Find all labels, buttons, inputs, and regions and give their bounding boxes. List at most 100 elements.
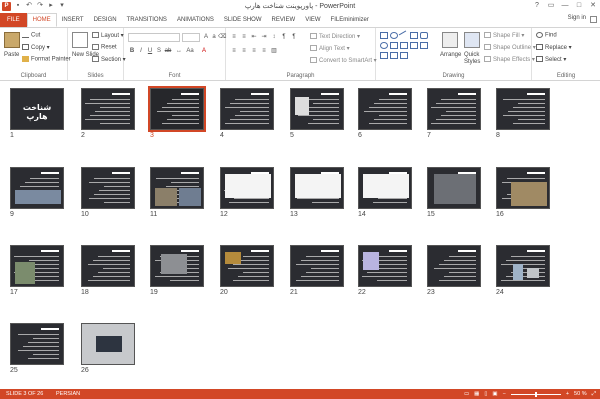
shape-effects-button[interactable]: Shape Effects ▾ [484, 56, 535, 63]
reset-button[interactable]: Reset [92, 44, 117, 51]
tab-animations[interactable]: ANIMATIONS [172, 13, 219, 27]
shape-outline-button[interactable]: Shape Outline ▾ [484, 44, 536, 51]
select-button[interactable]: Select ▾ [536, 56, 566, 63]
tab-view[interactable]: VIEW [300, 13, 325, 27]
slide-thumbnail[interactable]: 12 [220, 167, 274, 218]
slide-preview[interactable] [220, 245, 274, 287]
change-case-icon[interactable]: Aa [186, 47, 194, 55]
text-direction-button[interactable]: Text Direction ▾ [310, 33, 360, 40]
slide-preview[interactable] [220, 88, 274, 130]
line-spacing-icon[interactable]: ↕ [270, 33, 278, 41]
slide-thumbnail[interactable]: 15 [427, 167, 481, 218]
align-text-button[interactable]: Align Text ▾ [310, 45, 350, 52]
arrange-button[interactable]: Arrange [440, 52, 461, 58]
language-indicator[interactable]: PERSIAN [56, 389, 80, 399]
slide-thumbnail[interactable]: 26 [81, 323, 135, 374]
text-box-shape-icon[interactable] [410, 32, 418, 39]
shape-fill-button[interactable]: Shape Fill ▾ [484, 32, 524, 39]
slide-preview[interactable] [10, 167, 64, 209]
ribbon-display-options-icon[interactable]: ▭ [544, 0, 558, 12]
new-slide-button[interactable]: New Slide [72, 52, 99, 59]
slide-preview[interactable] [358, 245, 412, 287]
paste-icon[interactable] [4, 32, 20, 48]
slide-sorter-view-icon[interactable]: ▦ [474, 389, 479, 399]
slide-thumbnail[interactable]: 7 [427, 88, 481, 139]
slide-preview[interactable] [427, 88, 481, 130]
slide-thumbnail[interactable]: 17 [10, 245, 64, 296]
rectangle-shape-icon[interactable] [380, 32, 388, 39]
tab-slide-show[interactable]: SLIDE SHOW [219, 13, 267, 27]
cut-button[interactable]: Cut [22, 32, 40, 39]
reading-view-icon[interactable]: ▯ [484, 389, 487, 399]
slide-thumbnail[interactable]: 9 [10, 167, 64, 218]
ltr-icon[interactable]: ¶ [290, 33, 298, 41]
font-name-field[interactable] [128, 33, 180, 42]
tab-insert[interactable]: INSERT [57, 13, 89, 27]
slide-preview[interactable] [290, 167, 344, 209]
sign-in-link[interactable]: Sign in [568, 15, 586, 21]
slide-thumbnail[interactable]: 25 [10, 323, 64, 374]
slide-thumbnail[interactable]: شناخت هارپ 1 [10, 88, 64, 139]
character-spacing-icon[interactable]: ↔ [175, 47, 183, 55]
slide-thumbnail[interactable]: 6 [358, 88, 412, 139]
bullets-icon[interactable]: ≡ [230, 33, 238, 41]
slide-preview[interactable] [81, 88, 135, 130]
slide-thumbnail[interactable]: 24 [496, 245, 550, 296]
slide-thumbnail[interactable]: 14 [358, 167, 412, 218]
pentagon-shape-icon[interactable] [390, 52, 398, 59]
normal-view-icon[interactable]: ▭ [464, 389, 469, 399]
numbering-icon[interactable]: ≡ [240, 33, 248, 41]
decrease-indent-icon[interactable]: ⇤ [250, 33, 258, 41]
fit-to-window-icon[interactable]: ⤢ [592, 389, 596, 399]
rounded-rect-shape-icon[interactable] [420, 32, 428, 39]
help-icon[interactable]: ? [530, 0, 544, 12]
slide-show-icon[interactable]: ▣ [492, 389, 497, 399]
align-right-icon[interactable]: ≡ [250, 47, 258, 55]
oval-shape-icon[interactable] [390, 32, 398, 39]
copy-button[interactable]: Copy ▾ [22, 44, 50, 51]
slide-thumbnail[interactable]: 23 [427, 245, 481, 296]
slide-preview[interactable] [290, 88, 344, 130]
slide-thumbnail[interactable]: 4 [220, 88, 274, 139]
paste-button[interactable]: Paste [4, 52, 19, 58]
align-left-icon[interactable]: ≡ [230, 47, 238, 55]
rtl-icon[interactable]: ¶ [280, 33, 288, 41]
zoom-slider[interactable] [510, 391, 561, 397]
font-size-field[interactable] [182, 33, 200, 42]
align-center-icon[interactable]: ≡ [240, 47, 248, 55]
maximize-button[interactable]: □ [572, 0, 586, 12]
slide-thumbnail[interactable]: 3 [148, 86, 206, 139]
arrow-shape-icon[interactable] [400, 42, 408, 49]
slide-thumbnail[interactable]: 2 [81, 88, 135, 139]
slide-preview[interactable] [150, 167, 204, 209]
tab-home[interactable]: HOME [26, 13, 57, 27]
minimize-button[interactable]: — [558, 0, 572, 12]
slide-thumbnail[interactable]: 16 [496, 167, 550, 218]
shadow-icon[interactable]: S [155, 47, 163, 55]
bold-icon[interactable]: B [128, 47, 136, 55]
slide-preview[interactable] [496, 245, 550, 287]
zoom-out-icon[interactable]: − [503, 389, 506, 399]
slide-preview[interactable] [150, 245, 204, 287]
section-button[interactable]: Section ▾ [92, 56, 126, 63]
slide-preview[interactable] [358, 167, 412, 209]
clear-formatting-icon[interactable]: ⌫ [218, 33, 226, 41]
slide-preview[interactable] [220, 167, 274, 209]
slide-preview[interactable] [81, 167, 135, 209]
slide-thumbnail[interactable]: 21 [290, 245, 344, 296]
font-color-icon[interactable]: A [200, 47, 208, 55]
tab-fileminimizer[interactable]: FILEminimizer [326, 13, 374, 27]
quick-styles-button[interactable]: Quick Styles [464, 52, 482, 66]
slide-preview[interactable] [10, 323, 64, 365]
tab-review[interactable]: REVIEW [267, 13, 301, 27]
circle-shape-icon[interactable] [380, 42, 388, 49]
slide-preview[interactable] [81, 245, 135, 287]
zoom-slider-knob[interactable] [534, 391, 537, 397]
arrange-icon[interactable] [442, 32, 458, 48]
format-painter-button[interactable]: Format Painter [22, 56, 71, 63]
slide-preview[interactable] [358, 88, 412, 130]
slide-thumbnail[interactable]: 20 [220, 245, 274, 296]
justify-icon[interactable]: ≡ [260, 47, 268, 55]
zoom-level[interactable]: 50 % [574, 389, 587, 399]
new-slide-icon[interactable] [72, 32, 88, 48]
